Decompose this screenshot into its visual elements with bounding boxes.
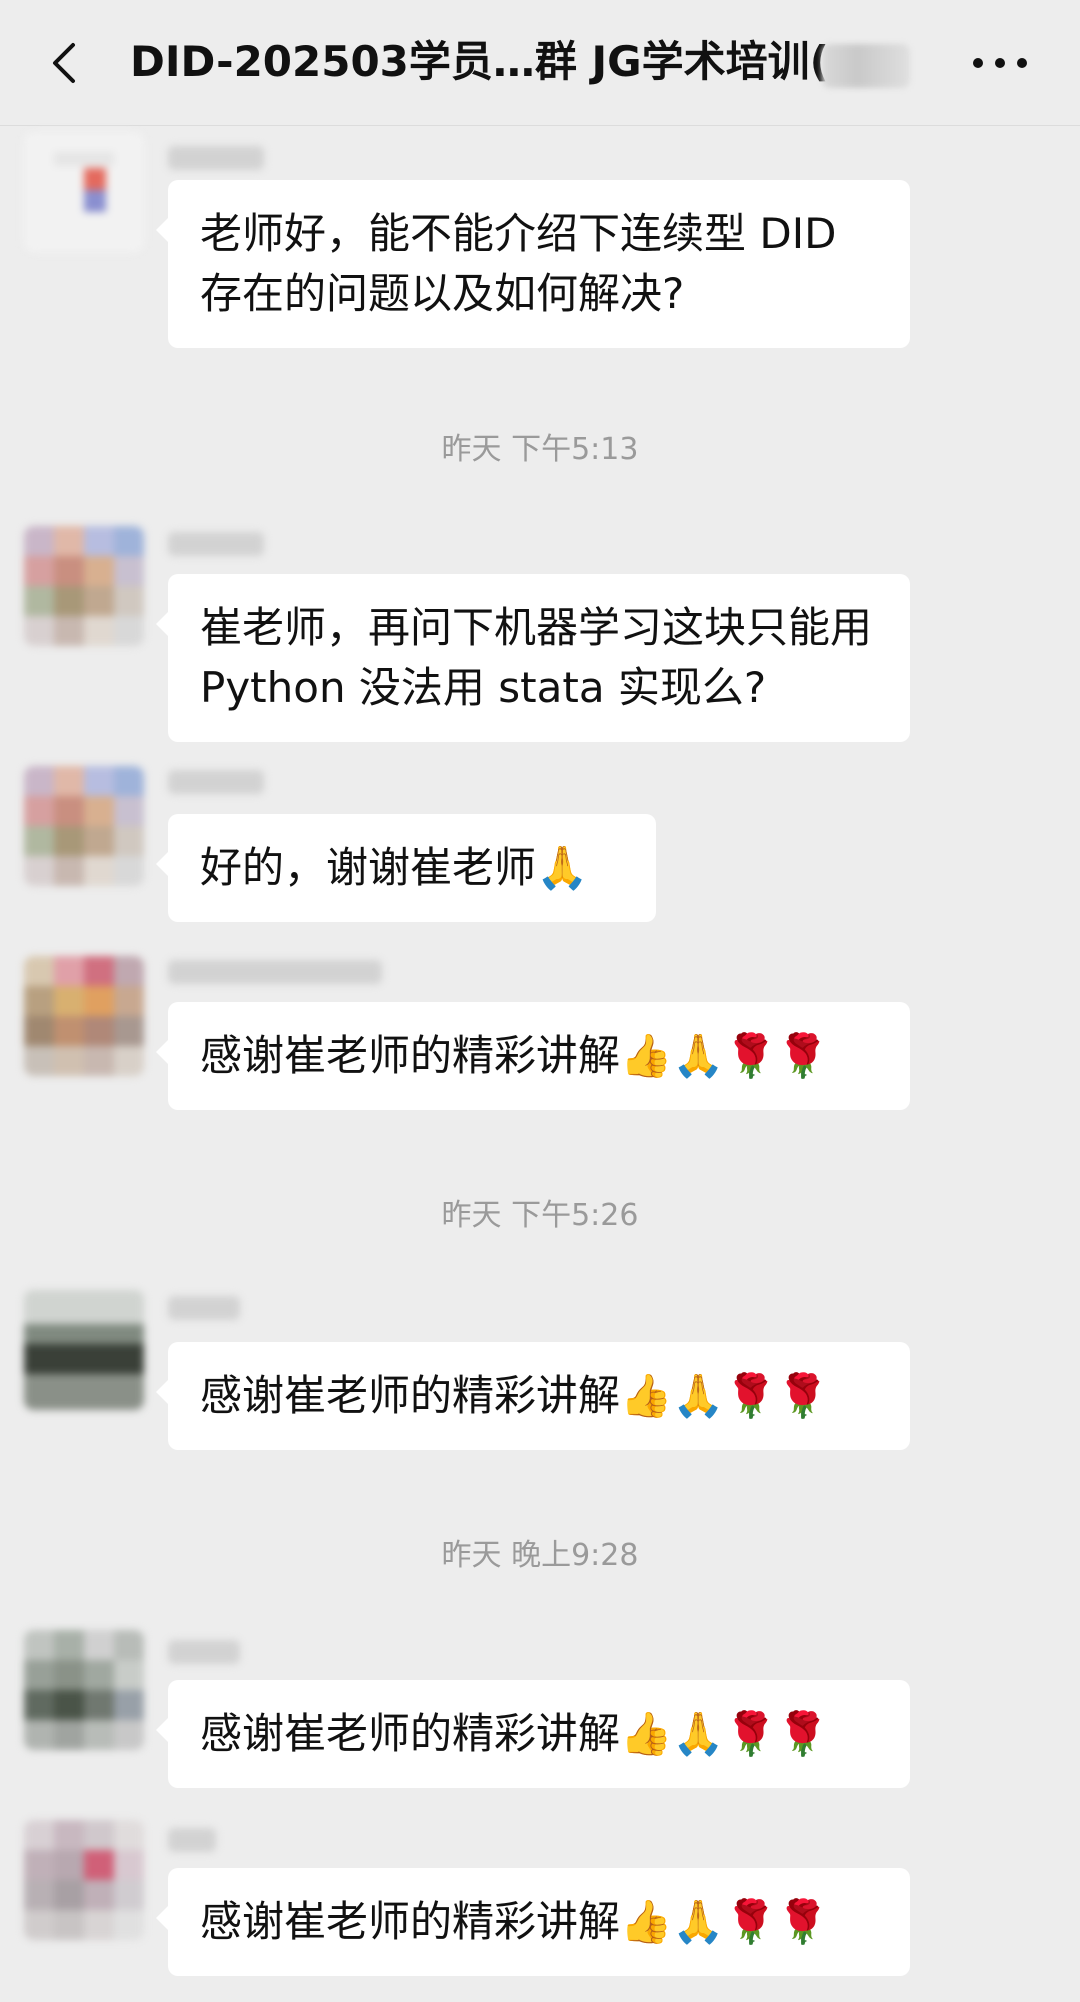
message-text: 感谢崔老师的精彩讲解👍🙏🌹🌹 xyxy=(200,1897,830,1946)
chevron-left-icon xyxy=(53,43,75,83)
avatar[interactable] xyxy=(24,1290,144,1410)
message-bubble[interactable]: 感谢崔老师的精彩讲解👍🙏🌹🌹 xyxy=(156,1342,910,1450)
sender-name xyxy=(168,770,264,794)
message-text: 感谢崔老师的精彩讲解👍🙏🌹🌹 xyxy=(200,1709,830,1758)
message-text: 感谢崔老师的精彩讲解👍🙏🌹🌹 xyxy=(200,1031,830,1080)
message-bubble[interactable]: 好的，谢谢崔老师🙏 xyxy=(156,814,656,922)
message-timestamp: 昨天 下午5:13 xyxy=(441,432,639,467)
avatar[interactable] xyxy=(24,1820,144,1940)
message-text: 崔老师，再问下机器学习这块只能用 Python 没法用 stata 实现么? xyxy=(200,603,873,712)
back-button[interactable] xyxy=(30,28,100,98)
chat-header: DID-202503学员…群 JG学术培训( xyxy=(0,0,1080,126)
avatar[interactable] xyxy=(24,526,144,646)
avatar[interactable] xyxy=(24,132,144,252)
chat-title: DID-202503学员…群 JG学术培训( xyxy=(130,37,829,86)
sender-name xyxy=(168,960,382,984)
message-bubble[interactable]: 崔老师，再问下机器学习这块只能用 Python 没法用 stata 实现么? xyxy=(156,574,910,742)
sender-name xyxy=(168,146,264,170)
avatar[interactable] xyxy=(24,766,144,886)
more-dots-icon xyxy=(973,58,1027,68)
message-bubble[interactable]: 感谢崔老师的精彩讲解👍🙏🌹🌹 xyxy=(156,1002,910,1110)
message-text: 老师好，能不能介绍下连续型 DID 存在的问题以及如何解决? xyxy=(200,209,837,318)
sender-name xyxy=(168,1828,216,1852)
message-timestamp: 昨天 下午5:26 xyxy=(441,1198,639,1233)
message-text: 感谢崔老师的精彩讲解👍🙏🌹🌹 xyxy=(200,1371,830,1420)
message-bubble[interactable]: 感谢崔老师的精彩讲解👍🙏🌹🌹 xyxy=(156,1680,910,1788)
avatar[interactable] xyxy=(24,1630,144,1750)
sender-name xyxy=(168,1296,240,1320)
message-timestamp: 昨天 晚上9:28 xyxy=(441,1538,639,1573)
message-bubble[interactable]: 感谢崔老师的精彩讲解👍🙏🌹🌹 xyxy=(156,1868,910,1976)
more-options-button[interactable] xyxy=(960,30,1040,96)
message-bubble[interactable]: 老师好，能不能介绍下连续型 DID 存在的问题以及如何解决? xyxy=(156,180,910,348)
avatar[interactable] xyxy=(24,956,144,1076)
redacted-member-count xyxy=(822,44,910,88)
sender-name xyxy=(168,532,264,556)
message-text: 好的，谢谢崔老师🙏 xyxy=(200,843,589,892)
sender-name xyxy=(168,1640,240,1664)
